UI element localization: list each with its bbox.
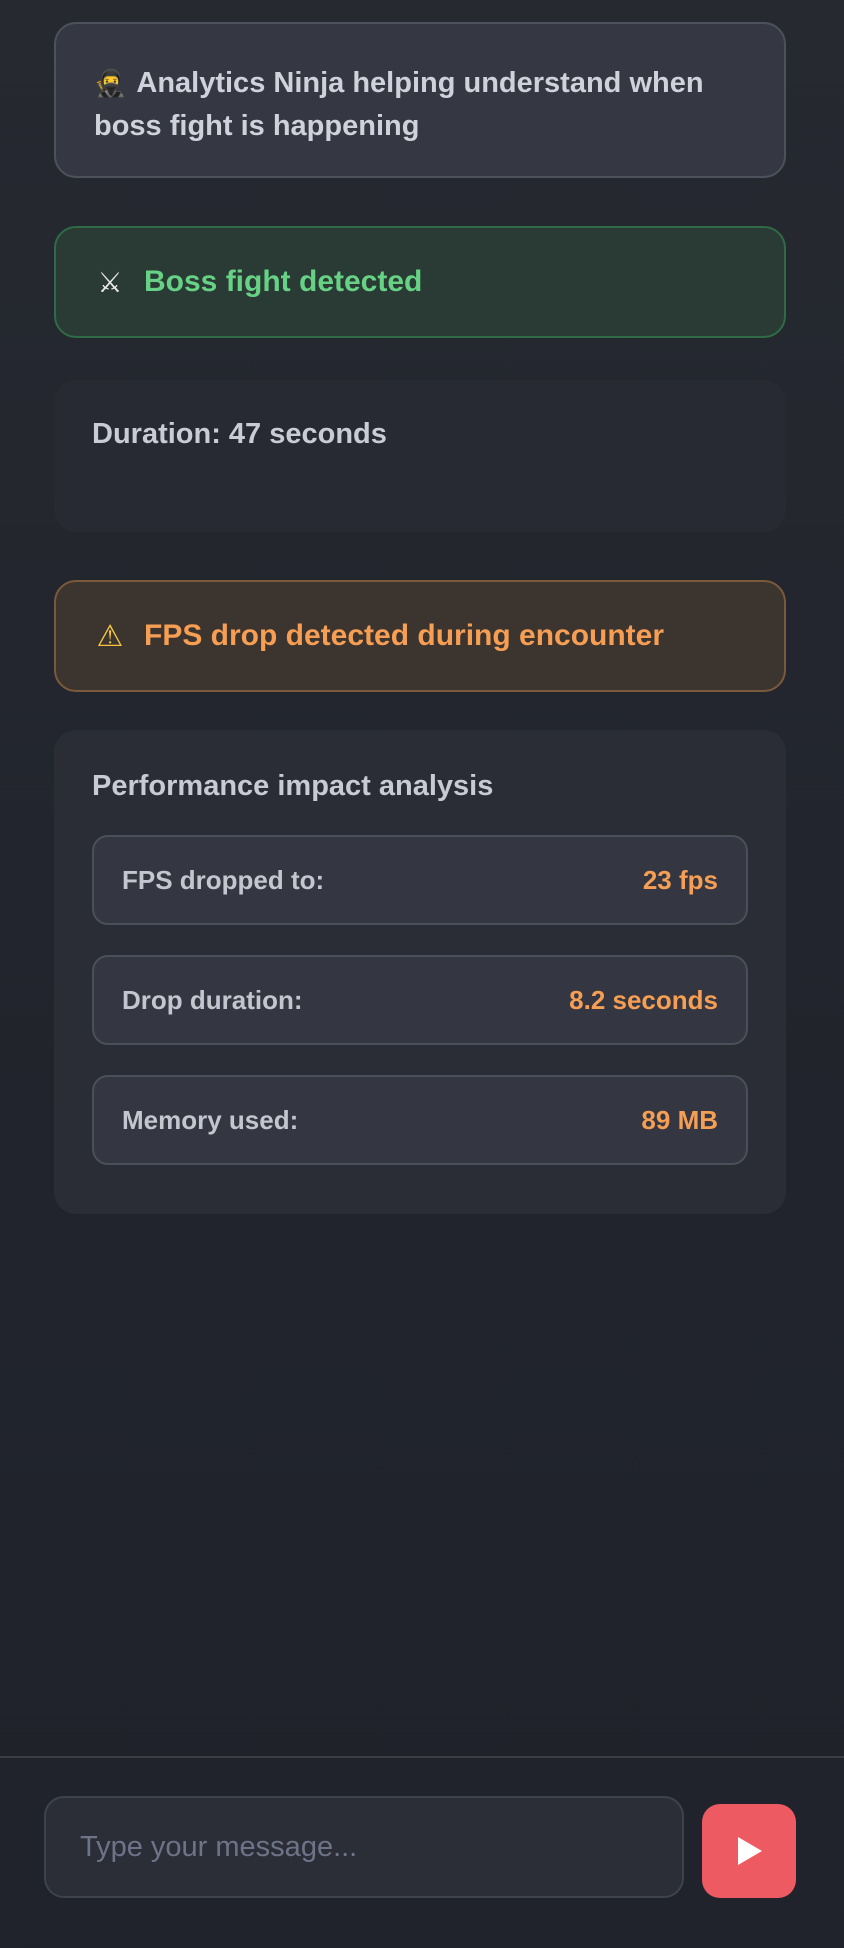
performance-analysis-card: Performance impact analysis FPS dropped …	[54, 730, 786, 1214]
metric-drop-duration: Drop duration: 8.2 seconds	[92, 955, 748, 1045]
crossed-swords-icon: ⚔	[97, 266, 123, 298]
duration-message: Duration: 47 seconds	[54, 380, 786, 532]
warning-icon: ⚠	[96, 619, 124, 653]
metric-memory: Memory used: 89 MB	[92, 1075, 748, 1165]
boss-fight-text: Boss fight detected	[144, 265, 423, 298]
boss-fight-alert: ⚔ Boss fight detected	[54, 226, 786, 338]
chat-app: 🥷 Analytics Ninja helping understand when…	[0, 0, 844, 1948]
fps-warning-text: FPS drop detected during encounter	[144, 619, 665, 652]
play-icon	[738, 1837, 762, 1865]
ninja-icon: 🥷	[94, 68, 127, 98]
message-list: 🥷 Analytics Ninja helping understand when…	[0, 0, 844, 1756]
metric-value: 23 fps	[642, 864, 718, 895]
metric-label: FPS dropped to:	[122, 864, 325, 895]
message-composer	[0, 1756, 844, 1948]
fps-warning-alert: ⚠ FPS drop detected during encounter	[54, 580, 786, 692]
intro-message: 🥷 Analytics Ninja helping understand when…	[54, 22, 786, 178]
metric-value: 89 MB	[641, 1104, 718, 1135]
duration-text: Duration: 47 seconds	[92, 418, 387, 450]
metric-label: Drop duration:	[122, 984, 303, 1015]
metric-fps: FPS dropped to: 23 fps	[92, 835, 748, 925]
intro-text: Analytics Ninja helping understand when …	[94, 67, 704, 142]
analysis-title: Performance impact analysis	[92, 770, 494, 802]
message-input[interactable]	[44, 1796, 684, 1898]
metric-label: Memory used:	[122, 1104, 299, 1135]
send-button[interactable]	[702, 1804, 796, 1898]
metric-value: 8.2 seconds	[569, 984, 718, 1015]
